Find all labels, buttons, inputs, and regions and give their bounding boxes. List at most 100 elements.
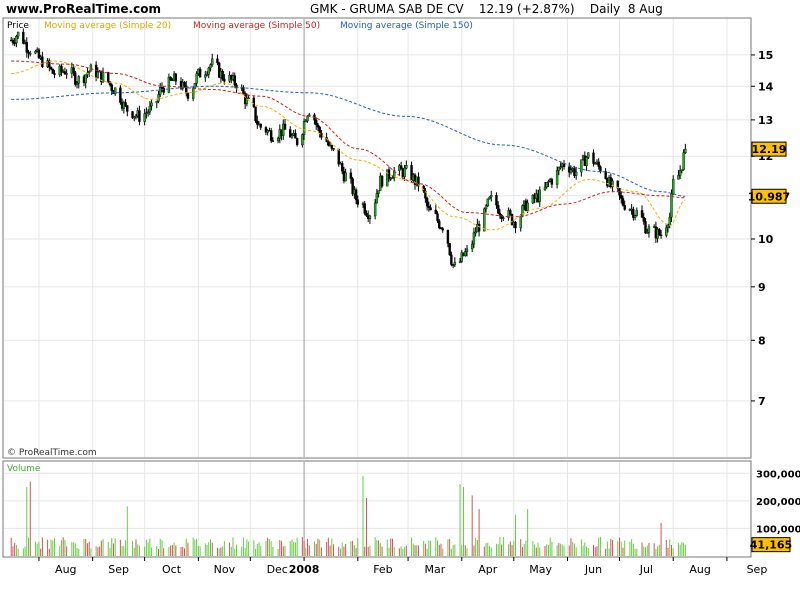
volume-tick-label: 300,000 (756, 469, 800, 480)
candle-body (186, 93, 190, 99)
candle-body (51, 68, 54, 74)
candle-body (223, 78, 226, 82)
last-volume-badge: 41,165 (750, 537, 792, 553)
candle-body (380, 175, 384, 187)
candle-body (668, 216, 671, 226)
candle-body (592, 152, 595, 164)
candle-body (620, 195, 623, 199)
candle-body (365, 212, 368, 216)
candle-body (574, 171, 578, 176)
candle-body (247, 97, 250, 100)
candle-body (327, 141, 330, 146)
candle-body (341, 163, 344, 172)
candle-body (580, 159, 583, 173)
candle-body (450, 254, 453, 265)
candle-body (332, 148, 335, 150)
candle-body (316, 124, 320, 128)
candle-body (276, 138, 280, 142)
candle-body (191, 88, 195, 99)
time-tick-label: Apr (478, 563, 498, 576)
candle-body (29, 52, 32, 55)
stock-chart[interactable]: 789101112131415100,000200,000300,000AugS… (0, 0, 800, 600)
candle-body (670, 193, 673, 218)
candle-body (41, 56, 44, 67)
candle-body (543, 186, 547, 191)
candle-body (498, 212, 502, 216)
price-tick-label: 14 (758, 80, 774, 93)
price-panel (2, 17, 752, 459)
candle-body (429, 207, 432, 211)
candle-body (110, 84, 113, 91)
candle-body (308, 114, 311, 117)
price-tick-label: 10 (758, 233, 774, 246)
candle-body (514, 221, 517, 229)
candle-body (436, 213, 439, 222)
legend-ma150: Moving average (Simple 150) (340, 21, 473, 31)
candle-body (330, 144, 334, 149)
candle-body (193, 82, 197, 89)
candle-body (315, 119, 318, 126)
candle-body (143, 113, 146, 122)
candle-body (642, 217, 645, 222)
candle-body (72, 67, 75, 73)
candle-body (658, 229, 661, 236)
candle-body (633, 215, 637, 218)
candle-body (453, 262, 457, 265)
candle-body (472, 232, 476, 245)
candle-body (488, 196, 491, 200)
candle-body (233, 75, 236, 86)
candle-body (195, 73, 198, 84)
candle-body (290, 135, 294, 138)
candle-body (53, 73, 56, 75)
candle-body (425, 198, 429, 207)
candle-body (344, 172, 347, 182)
time-tick-label: Jun (584, 563, 602, 576)
candle-body (354, 189, 358, 201)
candle-body (545, 182, 548, 188)
candle-body (318, 126, 321, 134)
candle-body (597, 161, 600, 167)
candle-body (438, 220, 441, 229)
time-tick-label: Mar (425, 563, 446, 576)
candle-body (587, 152, 590, 158)
candle-body (672, 179, 675, 195)
candle-body (162, 87, 165, 93)
price-tick-label: 9 (758, 281, 766, 294)
candle-body (198, 68, 202, 78)
candle-body (496, 204, 500, 214)
candle-body (209, 64, 212, 69)
candle-body (349, 172, 353, 179)
candle-body (368, 215, 372, 219)
time-tick-label: Dec (267, 563, 288, 576)
candle-body (519, 216, 522, 229)
candle-body (509, 210, 512, 215)
time-tick-label: Sep (747, 563, 768, 576)
candle-body (356, 199, 360, 205)
candle-body (635, 210, 639, 216)
candle-body (640, 210, 644, 218)
candle-body (60, 65, 63, 72)
time-tick-label: 2008 (289, 563, 320, 576)
candle-body (470, 243, 474, 250)
candle-body (684, 148, 687, 153)
candle-body (174, 73, 178, 82)
candle-body (89, 64, 93, 72)
candle-body (659, 234, 663, 237)
candle-body (216, 58, 219, 64)
candle-body (25, 42, 28, 53)
candle-body (562, 163, 566, 167)
candle-body (599, 166, 602, 172)
time-tick-label: Jul (639, 563, 653, 576)
volume-legend: Volume (7, 464, 41, 474)
candle-body (22, 31, 25, 44)
candle-body (363, 203, 366, 214)
candle-body (555, 170, 559, 185)
candle-body (49, 66, 53, 70)
candle-body (521, 205, 524, 217)
ma150-badge: 10.987 (748, 188, 790, 204)
candle-body (585, 157, 588, 166)
candle-body (373, 202, 377, 217)
volume-tick-label: 100,000 (756, 524, 800, 535)
candle-body (477, 223, 481, 232)
candle-body (399, 165, 403, 170)
